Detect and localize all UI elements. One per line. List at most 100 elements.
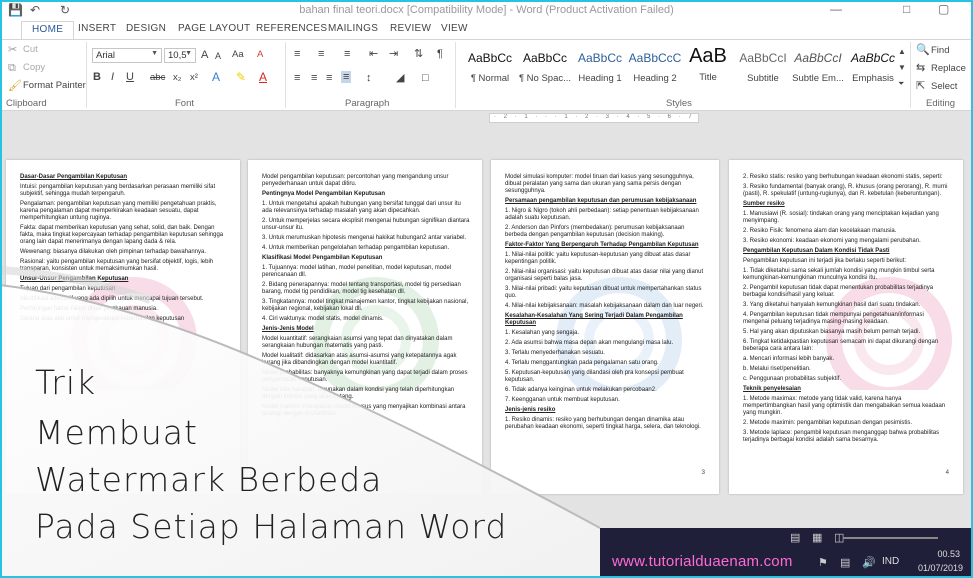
sort-icon[interactable]: ⇅: [414, 48, 423, 60]
find-button[interactable]: Find: [931, 45, 949, 56]
paragraph: Model matriks: merupakan model khusus ya…: [262, 404, 466, 417]
line-spacing-icon[interactable]: ↕: [366, 72, 372, 84]
document-page[interactable]: 2. Resiko statis: resiko yang berhubunga…: [729, 160, 963, 494]
heading: Pentingnya Model Pengambilan Keputusan: [262, 191, 386, 197]
horizontal-ruler[interactable]: · 2 · 1 · · · 1 · 2 · 3 · 4 · 5 · 6 · 7 …: [489, 113, 699, 123]
style-emphasis[interactable]: AaBbCc Emphasis: [843, 43, 903, 95]
shading-icon[interactable]: ◢: [396, 72, 404, 84]
styles-scroll-down-icon[interactable]: ▼: [898, 62, 906, 74]
copy-button[interactable]: Copy: [23, 62, 45, 73]
style-subtle-emphasis[interactable]: AaBbCcI Subtle Em...: [788, 43, 848, 95]
style-sample: AaBbCcC: [628, 51, 682, 65]
subscript-button[interactable]: x₂: [173, 72, 181, 83]
style-sample: AaBbCc: [850, 51, 896, 65]
paragraph: 1. Nilai-nilai politik: yaitu keputusan-…: [505, 252, 691, 265]
styles-more-icon[interactable]: ⏷: [898, 78, 904, 90]
show-marks-icon[interactable]: ¶: [437, 48, 443, 60]
clipboard-group-label: Clipboard: [6, 98, 47, 109]
heading: Dasar-Dasar Pengambilan Keputusan: [20, 174, 128, 180]
website-url[interactable]: www.tutorialduaenam.com: [612, 553, 793, 570]
style-sample: AaBbCc: [577, 51, 623, 65]
network-icon[interactable]: ▤: [840, 556, 850, 569]
shrink-font-button[interactable]: A: [215, 51, 221, 61]
tab-view[interactable]: VIEW: [441, 23, 468, 34]
style-subtitle[interactable]: AaBbCcI Subtitle: [733, 43, 793, 95]
style-title[interactable]: AaB Title: [678, 43, 738, 95]
tab-design[interactable]: DESIGN: [126, 23, 166, 34]
overlay-line-1: Trik: [35, 363, 97, 402]
paragraph: 4. Nilai-nilai kebijaksanaan: masalah ke…: [505, 303, 704, 309]
font-color-icon[interactable]: A: [259, 71, 267, 83]
bold-button[interactable]: B: [93, 71, 101, 83]
styles-scroll-up-icon[interactable]: ▲: [898, 46, 906, 58]
style-sample: AaBbCc: [522, 51, 568, 65]
paragraph: Model nilai harapan: digunakan dalam kon…: [262, 387, 455, 400]
minimize-button[interactable]: —: [830, 2, 842, 16]
flag-icon[interactable]: ⚑: [818, 556, 828, 569]
paragraph: Identifikasi alternatif yang ada dipilih…: [20, 296, 204, 302]
window-title: bahan final teori.docx [Compatibility Mo…: [299, 4, 674, 16]
align-center-icon[interactable]: ≡: [311, 72, 317, 84]
bullets-icon[interactable]: ≡: [294, 48, 300, 60]
italic-button[interactable]: I: [111, 71, 114, 83]
paragraph: 4. Terlalu menggantungkan pada pengalama…: [505, 360, 659, 366]
overlay-line-4: Pada Setiap Halaman Word: [35, 507, 508, 546]
chevron-down-icon: ▼: [185, 50, 192, 57]
highlight-icon[interactable]: ✎: [236, 71, 246, 83]
tab-review[interactable]: REVIEW: [390, 23, 431, 34]
justify-icon[interactable]: ≡: [341, 71, 352, 83]
clear-formatting-button[interactable]: A: [257, 49, 263, 60]
format-painter-button[interactable]: Format Painter: [23, 80, 86, 91]
underline-button[interactable]: U: [126, 71, 134, 83]
overlay-line-3: Watermark Berbeda: [35, 460, 383, 499]
paragraph: 3. Terlalu menyederhanakan sesuatu.: [505, 350, 605, 356]
borders-icon[interactable]: □: [422, 72, 429, 84]
superscript-button[interactable]: x²: [190, 72, 198, 83]
paragraph: 2. Metode maximin: pengambilan keputusan…: [743, 420, 913, 426]
cut-icon: ✂: [8, 44, 18, 56]
style-normal[interactable]: AaBbCc ¶ Normal: [460, 43, 520, 95]
zoom-slider[interactable]: [843, 537, 938, 539]
print-layout-icon[interactable]: ▦: [812, 531, 822, 544]
style-name: Subtitle: [747, 73, 779, 84]
ribbon-tabs: HOME INSERT DESIGN PAGE LAYOUT REFERENCE…: [0, 21, 973, 39]
font-size-select[interactable]: 10,5 ▼: [164, 48, 196, 63]
style-name: Emphasis: [852, 73, 894, 84]
document-page[interactable]: Model pengambilan keputusan: percontohan…: [248, 160, 482, 494]
text-effects-icon[interactable]: A: [212, 71, 220, 83]
copy-icon: ⧉: [8, 62, 16, 74]
increase-indent-icon[interactable]: ⇥: [389, 48, 398, 60]
maximize-button[interactable]: □: [903, 2, 910, 16]
align-right-icon[interactable]: ≡: [326, 72, 332, 84]
restore-button[interactable]: ▢: [938, 2, 949, 16]
cut-button[interactable]: Cut: [23, 44, 38, 55]
font-name-select[interactable]: Arial ▼: [92, 48, 162, 63]
decrease-indent-icon[interactable]: ⇤: [369, 48, 378, 60]
read-mode-icon[interactable]: ▤: [790, 531, 800, 544]
document-page[interactable]: Model simulasi komputer: model tiruan da…: [491, 160, 719, 494]
style-no-spacing[interactable]: AaBbCc ¶ No Spac...: [515, 43, 575, 95]
paragraph: 1. Kesalahan yang sengaja.: [505, 330, 580, 336]
tab-mailings[interactable]: MAILINGS: [328, 23, 378, 34]
multilevel-list-icon[interactable]: ≡: [344, 48, 350, 60]
style-heading-1[interactable]: AaBbCc Heading 1: [570, 43, 630, 95]
paragraph: 3. Nilai-nilai pribadi: yaitu keputusan …: [505, 286, 702, 299]
style-heading-2[interactable]: AaBbCcC Heading 2: [625, 43, 685, 95]
replace-button[interactable]: Replace: [931, 63, 966, 74]
align-left-icon[interactable]: ≡: [294, 72, 300, 84]
paragraph: 2. Ada asumsi bahwa masa depan akan meng…: [505, 340, 674, 346]
numbering-icon[interactable]: ≡: [318, 48, 324, 60]
tab-home[interactable]: HOME: [21, 21, 75, 39]
volume-icon[interactable]: 🔊: [862, 556, 876, 569]
strikethrough-button[interactable]: abc: [150, 72, 165, 83]
tab-insert[interactable]: INSERT: [78, 23, 116, 34]
change-case-button[interactable]: Aa: [232, 49, 244, 60]
select-button[interactable]: Select: [931, 81, 957, 92]
paragraph: 2. Resiko Fisik: fenomena alam dan kecel…: [743, 228, 897, 234]
grow-font-button[interactable]: A: [201, 49, 208, 61]
paragraph: 4. Ciri waktunya: model statis, model di…: [262, 316, 384, 322]
tab-page-layout[interactable]: PAGE LAYOUT: [178, 23, 250, 34]
style-name: ¶ No Spac...: [518, 73, 572, 84]
tab-references[interactable]: REFERENCES: [256, 23, 327, 34]
language-indicator[interactable]: IND: [882, 556, 899, 567]
